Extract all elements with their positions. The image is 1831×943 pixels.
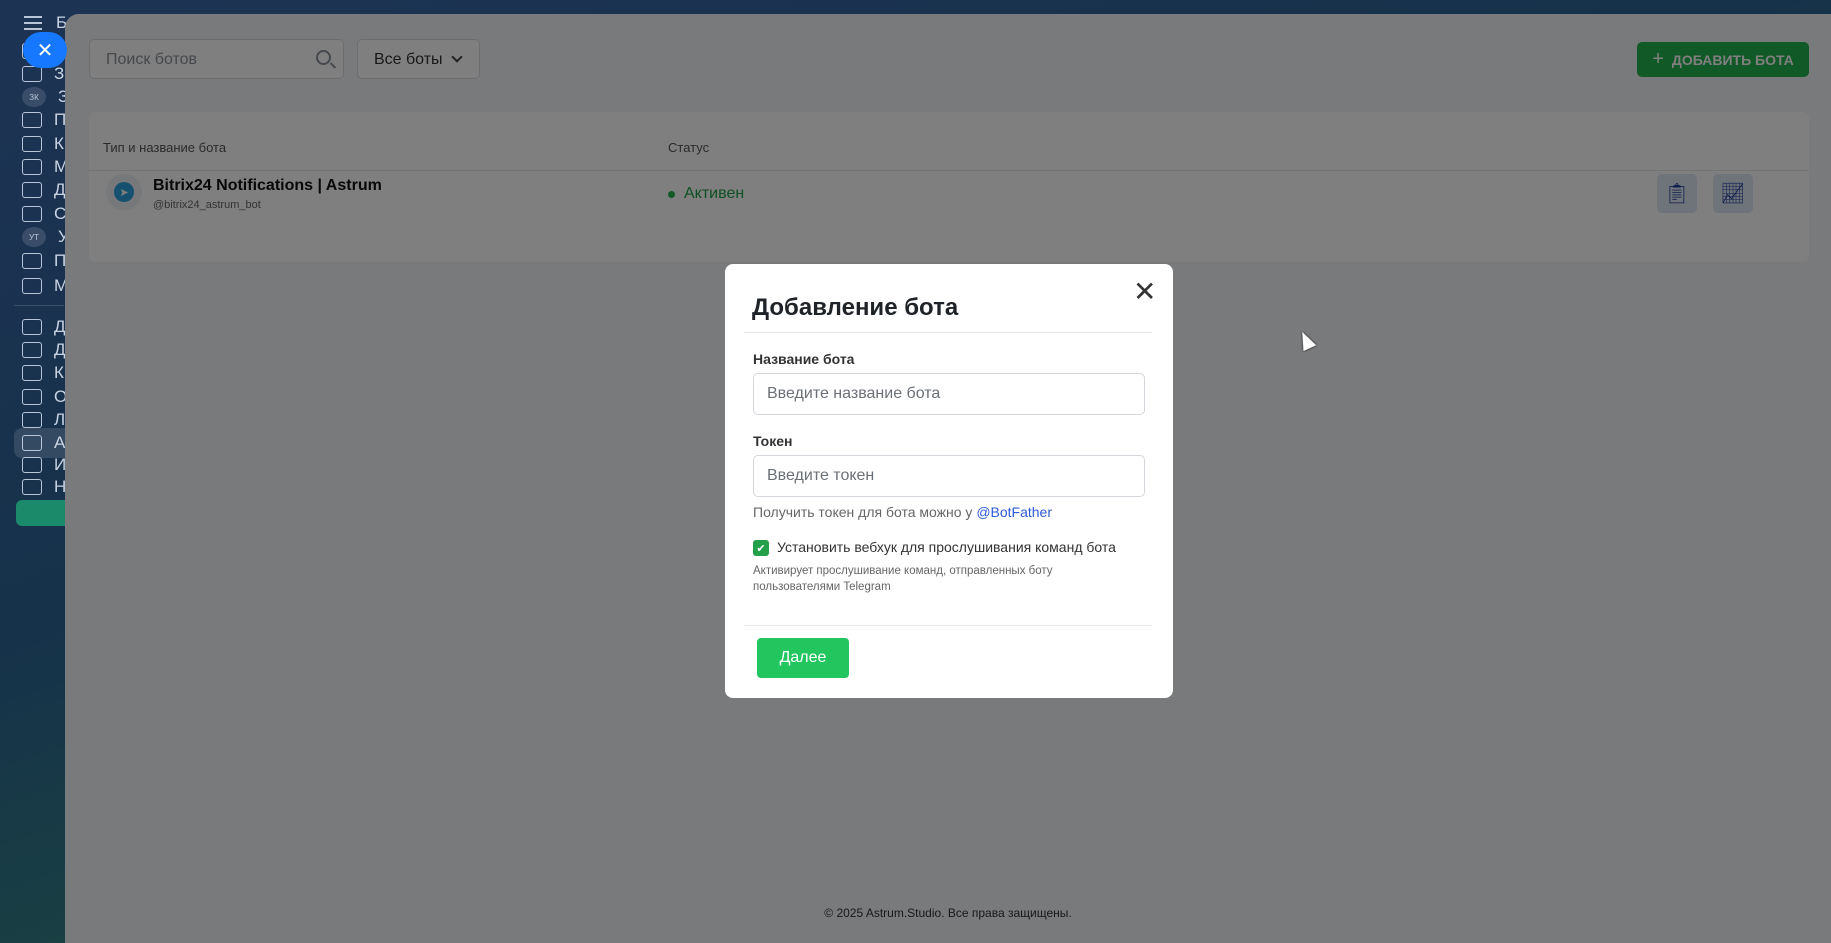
hexagon-icon [22, 365, 42, 381]
waves-icon [22, 278, 42, 294]
menu-icon[interactable] [24, 16, 42, 30]
modal-title: Добавление бота [752, 294, 959, 321]
document-icon [22, 319, 42, 335]
bot-name-label: Название бота [753, 351, 855, 367]
zk-avatar-icon: ЗК [22, 87, 46, 107]
webhook-hint: Активирует прослушивание команд, отправл… [753, 565, 1053, 593]
modal-close-button[interactable]: ✕ [1133, 278, 1156, 306]
robot-icon [22, 435, 42, 451]
webhook-checkbox[interactable]: ✔ [753, 540, 769, 556]
sidebar-item-label: К [54, 363, 64, 382]
sidebar-item-label: Д [54, 180, 66, 199]
ut-avatar-icon: УТ [22, 227, 46, 247]
help-text: Получить токен для бота можно у [753, 504, 977, 520]
list-icon [22, 412, 42, 428]
webhook-label[interactable]: Установить вебхук для прослушивания кома… [777, 539, 1116, 555]
token-label: Токен [753, 433, 793, 449]
sidebar: Б СЗЗКЗПКМДСУТУПМДДКОЛАИН [0, 0, 76, 943]
botfather-link[interactable]: @BotFather [976, 504, 1052, 520]
presentation-icon [22, 342, 42, 358]
sidebar-item-label: Д [54, 317, 66, 336]
sidebar-item-label: А [54, 433, 66, 452]
sidebar-item-label: З [54, 64, 65, 83]
box-icon [22, 253, 42, 269]
token-input[interactable] [753, 455, 1145, 497]
schedule-icon [22, 389, 42, 405]
divider [744, 332, 1152, 333]
card-icon [22, 182, 42, 198]
sidebar-item-label: Л [54, 410, 66, 429]
chat-icon [22, 159, 42, 175]
bot-name-input[interactable] [753, 373, 1145, 415]
divider [14, 305, 64, 306]
checkbox-icon [22, 66, 42, 82]
close-sidepanel-button[interactable]: ✕ [23, 32, 67, 68]
gear-icon [22, 479, 42, 495]
contacts-icon [22, 206, 42, 222]
sidebar-item-label: К [54, 134, 64, 153]
next-button[interactable]: Далее [757, 638, 849, 678]
file-icon [22, 457, 42, 473]
close-icon: ✕ [36, 39, 54, 62]
calendar-icon [22, 136, 42, 152]
sidebar-item-label: Д [54, 340, 66, 359]
divider [744, 625, 1152, 626]
token-help: Получить токен для бота можно у @BotFath… [753, 504, 1052, 520]
add-bot-modal: Добавление бота ✕ Название бота Токен По… [725, 264, 1173, 698]
mail-icon [22, 112, 42, 128]
